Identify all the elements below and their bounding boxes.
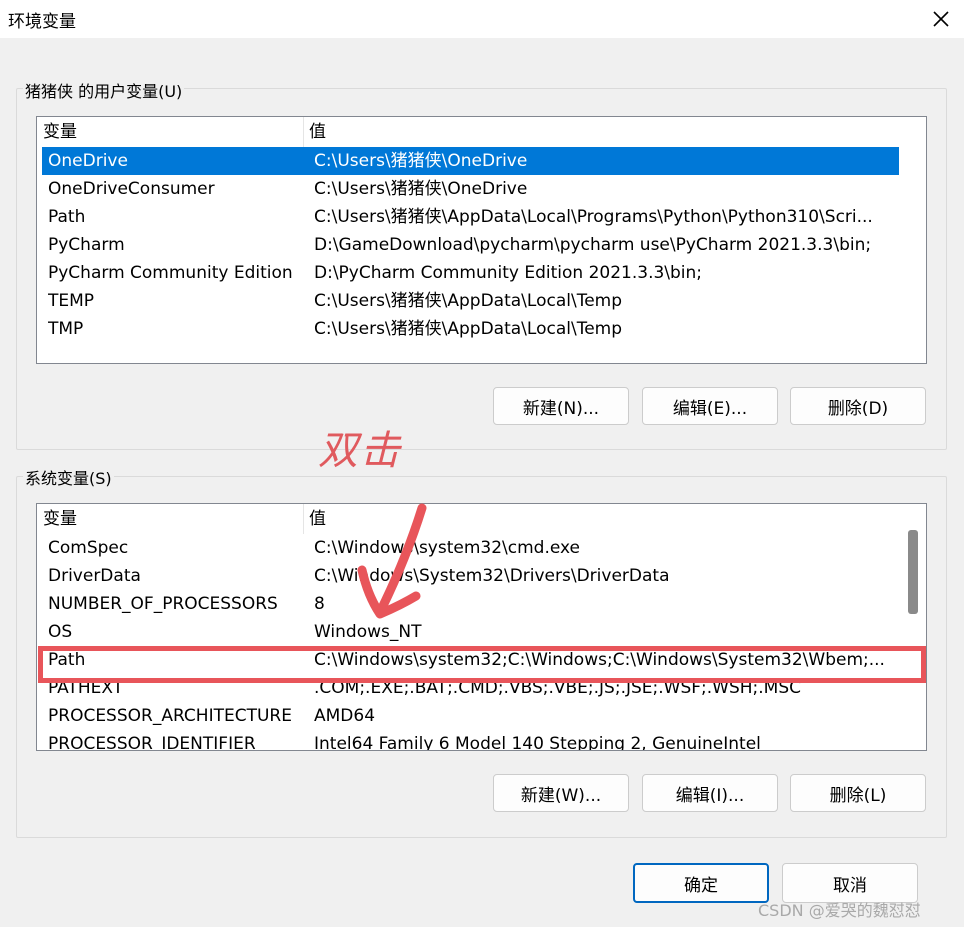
close-button[interactable] bbox=[922, 2, 960, 36]
table-row[interactable]: DriverData C:\Windows\System32\Drivers\Dr… bbox=[42, 562, 899, 590]
variable-value-cell: Intel64 Family 6 Model 140 Stepping 2, G… bbox=[314, 734, 761, 751]
table-row[interactable]: TMP C:\Users\猪猪侠\AppData\Local\Temp bbox=[42, 315, 899, 343]
table-row[interactable]: TEMP C:\Users\猪猪侠\AppData\Local\Temp bbox=[42, 287, 899, 315]
user-vars-list-header: 变量 值 bbox=[37, 117, 899, 147]
variable-value-cell: C:\Users\猪猪侠\AppData\Local\Programs\Pyth… bbox=[314, 207, 873, 227]
table-row[interactable]: ComSpec C:\Windows\system32\cmd.exe bbox=[42, 534, 899, 562]
user-vars-list[interactable]: 变量 值 OneDrive C:\Users\猪猪侠\OneDrive OneDri… bbox=[36, 116, 927, 364]
environment-variables-dialog: 环境变量 猪猪侠 的用户变量(U) 变量 值 OneDrive C:\Users\… bbox=[0, 0, 964, 927]
variable-name-cell: PATHEXT bbox=[48, 678, 124, 698]
variable-name-cell: TEMP bbox=[48, 291, 95, 311]
variable-value-cell: D:\GameDownload\pycharm\pycharm use\PyCh… bbox=[314, 235, 872, 255]
table-row[interactable]: PROCESSOR_IDENTIFIER Intel64 Family 6 Mod… bbox=[42, 730, 899, 751]
variable-name-cell: PROCESSOR_ARCHITECTURE bbox=[48, 706, 292, 726]
annotation-double-click-text: 双击 bbox=[318, 428, 402, 474]
variable-value-cell: C:\Users\猪猪侠\OneDrive bbox=[314, 179, 528, 199]
system-vars-scrollbar[interactable] bbox=[903, 504, 925, 748]
variable-name-cell: OS bbox=[48, 622, 73, 642]
system-vars-group-label: 系统变量(S) bbox=[23, 465, 114, 489]
variable-name-cell: TMP bbox=[48, 319, 84, 339]
table-row[interactable]: PATHEXT .COM;.EXE;.BAT;.CMD;.VBS;.VBE;.JS… bbox=[42, 674, 899, 702]
column-header-value[interactable]: 值 bbox=[303, 117, 899, 147]
table-row[interactable]: OneDriveConsumer C:\Users\猪猪侠\OneDrive bbox=[42, 175, 899, 203]
variable-name-cell: ComSpec bbox=[48, 538, 129, 558]
variable-value-cell: AMD64 bbox=[314, 706, 376, 726]
system-new-button[interactable]: 新建(W)... bbox=[493, 774, 629, 812]
system-vars-rows: ComSpec C:\Windows\system32\cmd.exe Driver… bbox=[42, 534, 899, 751]
user-vars-rows: OneDrive C:\Users\猪猪侠\OneDrive OneDriveCon… bbox=[42, 147, 899, 343]
variable-name-cell: PyCharm bbox=[48, 235, 125, 255]
variable-value-cell: .COM;.EXE;.BAT;.CMD;.VBS;.VBE;.JS;.JSE;.… bbox=[314, 678, 802, 698]
scrollbar-thumb[interactable] bbox=[908, 530, 918, 614]
user-vars-group-label: 猪猪侠 的用户变量(U) bbox=[23, 78, 185, 102]
table-row[interactable]: OneDrive C:\Users\猪猪侠\OneDrive bbox=[42, 147, 899, 175]
user-new-button[interactable]: 新建(N)... bbox=[493, 387, 629, 425]
system-edit-button[interactable]: 编辑(I)... bbox=[642, 774, 778, 812]
variable-value-cell: C:\Users\猪猪侠\OneDrive bbox=[314, 151, 528, 171]
title-bar: 环境变量 bbox=[0, 0, 964, 38]
table-row[interactable]: NUMBER_OF_PROCESSORS 8 bbox=[42, 590, 899, 618]
user-delete-button[interactable]: 删除(D) bbox=[790, 387, 926, 425]
column-header-variable[interactable]: 变量 bbox=[37, 504, 303, 534]
table-row[interactable]: PROCESSOR_ARCHITECTURE AMD64 bbox=[42, 702, 899, 730]
variable-value-cell: C:\Users\猪猪侠\AppData\Local\Temp bbox=[314, 291, 623, 311]
variable-name-cell: PROCESSOR_IDENTIFIER bbox=[48, 734, 256, 751]
system-delete-button[interactable]: 删除(L) bbox=[790, 774, 926, 812]
table-row[interactable]: Path C:\Users\猪猪侠\AppData\Local\Programs\… bbox=[42, 203, 899, 231]
table-row[interactable]: PyCharm Community Edition D:\PyCharm Comm… bbox=[42, 259, 899, 287]
watermark: CSDN @爱哭的魏怼怼 bbox=[758, 901, 921, 920]
variable-name-cell: DriverData bbox=[48, 566, 141, 586]
system-vars-list-header: 变量 值 bbox=[37, 504, 899, 534]
table-row[interactable]: Path C:\Windows\system32;C:\Windows;C:\Wi… bbox=[42, 646, 899, 674]
annotation-arrow-icon bbox=[357, 503, 427, 619]
variable-name-cell: NUMBER_OF_PROCESSORS bbox=[48, 594, 278, 614]
variable-name-cell: OneDriveConsumer bbox=[48, 179, 215, 199]
window-title: 环境变量 bbox=[8, 12, 76, 32]
column-header-variable[interactable]: 变量 bbox=[37, 117, 303, 147]
table-row[interactable]: PyCharm D:\GameDownload\pycharm\pycharm u… bbox=[42, 231, 899, 259]
ok-button[interactable]: 确定 bbox=[633, 863, 769, 903]
variable-value-cell: C:\Windows\system32;C:\Windows;C:\Window… bbox=[314, 650, 885, 670]
variable-name-cell: OneDrive bbox=[48, 151, 128, 171]
variable-value-cell: D:\PyCharm Community Edition 2021.3.3\bi… bbox=[314, 263, 703, 283]
variable-value-cell: C:\Users\猪猪侠\AppData\Local\Temp bbox=[314, 319, 623, 339]
close-icon bbox=[933, 11, 949, 27]
variable-name-cell: Path bbox=[48, 207, 86, 227]
user-edit-button[interactable]: 编辑(E)... bbox=[642, 387, 778, 425]
table-row[interactable]: OS Windows_NT bbox=[42, 618, 899, 646]
variable-name-cell: PyCharm Community Edition bbox=[48, 263, 293, 283]
variable-name-cell: Path bbox=[48, 650, 86, 670]
system-vars-list[interactable]: 变量 值 ComSpec C:\Windows\system32\cmd.exe D… bbox=[36, 503, 927, 751]
